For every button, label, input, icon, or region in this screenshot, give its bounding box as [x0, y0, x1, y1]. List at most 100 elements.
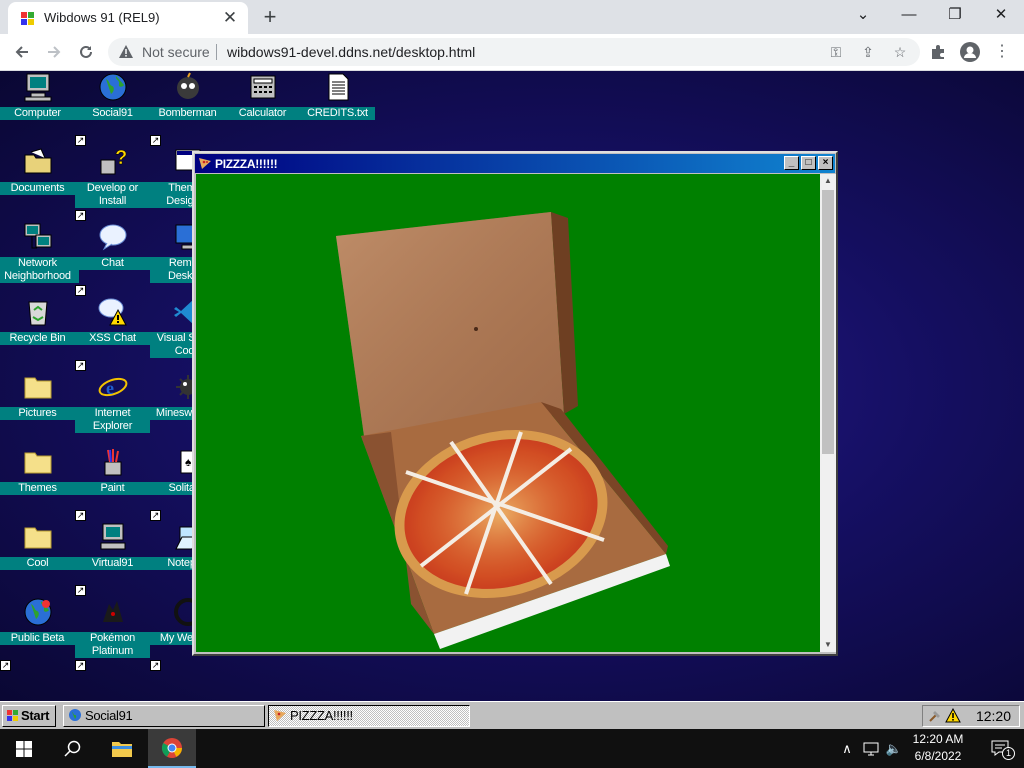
shortcut-arrow-icon: ↗	[75, 510, 86, 521]
desktop-icon-pictures[interactable]: Pictures	[0, 371, 75, 446]
network-monitor-icon	[863, 742, 879, 756]
action-center-button[interactable]: 1	[976, 729, 1024, 768]
window-content	[196, 174, 820, 652]
back-button[interactable]	[8, 38, 36, 66]
icon-label: Virtual91	[75, 557, 150, 570]
window-titlebar[interactable]: PIZZZA!!!!!! _ □ ×	[195, 154, 835, 173]
windows-clock[interactable]: 12:20 AM 6/8/2022	[904, 731, 972, 765]
desktop-icon-paint[interactable]: ↗ Paint	[75, 446, 150, 521]
wibdows-logo-icon	[21, 12, 34, 25]
desktop-icon-themes[interactable]: Themes	[0, 446, 75, 521]
chat-warning-icon	[98, 298, 127, 326]
scroll-down-arrow-icon[interactable]: ▼	[820, 638, 836, 652]
task-label: PIZZZA!!!!!!	[290, 708, 353, 723]
icon-label: Pokémon Platinum	[75, 632, 150, 658]
icon-label: Public Beta	[0, 632, 75, 645]
key-icon[interactable]: ⚿	[826, 42, 846, 62]
calculator-icon	[250, 75, 276, 99]
desktop-icon-cool[interactable]: Cool	[0, 521, 75, 596]
address-bar[interactable]: Not secure wibdows91-devel.ddns.net/desk…	[108, 38, 920, 66]
globe-icon	[24, 598, 52, 626]
file-explorer-icon	[112, 742, 132, 757]
icon-label: Calculator	[225, 107, 300, 120]
desktop-icon-documents[interactable]: Documents	[0, 146, 75, 221]
desktop-icon-network[interactable]: Network Neighborhood	[0, 221, 79, 296]
close-button[interactable]: ✕	[978, 0, 1024, 30]
icon-label: Internet Explorer	[75, 407, 150, 433]
warning-icon	[119, 45, 133, 58]
desktop-icon-internet-explorer[interactable]: e Internet Explorer	[75, 371, 150, 446]
tab-close-button[interactable]: ✕	[220, 8, 240, 28]
windows-search-button[interactable]	[48, 729, 96, 768]
folder-open-icon	[24, 148, 52, 174]
reload-button[interactable]	[72, 38, 100, 66]
text-file-icon	[328, 73, 349, 101]
desktop-icon-recycle-bin[interactable]: Recycle Bin	[0, 296, 75, 371]
start-button[interactable]: Start	[2, 705, 56, 727]
extensions-icon[interactable]	[926, 40, 950, 64]
pizzza-window[interactable]: PIZZZA!!!!!! _ □ × ▲ ▼	[192, 151, 838, 656]
back-arrow-icon	[15, 46, 28, 58]
scroll-up-arrow-icon[interactable]: ▲	[820, 174, 836, 188]
window-title: PIZZZA!!!!!!	[215, 157, 278, 171]
icon-label: Computer	[0, 107, 75, 120]
svg-text:♠: ♠	[185, 455, 192, 469]
recycle-bin-icon	[28, 301, 48, 326]
desktop-icon-social91[interactable]: ↗ Social91	[75, 71, 150, 146]
desktop-icon-chat[interactable]: ↗ Chat	[75, 221, 150, 296]
wibdows-clock: 12:20	[975, 708, 1011, 724]
warning-icon[interactable]	[945, 708, 961, 723]
desktop-icon-bomberman[interactable]: ↗ Bomberman	[150, 71, 225, 146]
window-close-button[interactable]: ×	[818, 156, 833, 170]
wibdows-desktop: Computer ↗ Social91 ↗ Bomberman Calculat…	[0, 71, 1024, 701]
icon-label: Pictures	[0, 407, 75, 420]
network-tray-icon[interactable]	[860, 729, 882, 768]
desktop-icon-develop[interactable]: ? ↗ Develop or Install	[75, 146, 150, 221]
chrome-icon	[161, 738, 182, 758]
desktop-icon-public-beta[interactable]: ↗ Public Beta	[0, 596, 75, 671]
browser-toolbar: Not secure wibdows91-devel.ddns.net/desk…	[0, 34, 1024, 71]
tab-search-button[interactable]: ⌄	[840, 0, 886, 30]
security-label[interactable]: Not secure	[142, 44, 210, 60]
shortcut-arrow-icon: ↗	[75, 135, 86, 146]
share-icon[interactable]: ⇪	[858, 42, 878, 62]
desktop-icon-pokemon[interactable]: ↗ Pokémon Platinum	[75, 596, 150, 671]
bookmark-star-icon[interactable]: ☆	[890, 42, 910, 62]
hammer-icon[interactable]	[928, 709, 942, 723]
folder-icon	[24, 452, 52, 474]
browser-tab[interactable]: Wibdows 91 (REL9) ✕	[8, 2, 248, 34]
desktop-icon-calculator[interactable]: Calculator	[225, 71, 300, 146]
internet-explorer-icon: e	[98, 377, 128, 398]
taskbar-task-social91[interactable]: Social91	[63, 705, 265, 727]
paint-icon	[104, 449, 122, 476]
computer-icon	[24, 73, 52, 102]
taskbar-task-pizzza[interactable]: PIZZZA!!!!!!	[268, 705, 470, 727]
forward-button[interactable]	[40, 38, 68, 66]
show-hidden-icons-chevron-icon[interactable]: ∧	[838, 729, 856, 768]
file-explorer-button[interactable]	[98, 729, 146, 768]
profile-avatar[interactable]	[958, 40, 982, 64]
new-tab-button[interactable]: +	[256, 4, 284, 30]
volume-icon[interactable]: 🔈	[884, 729, 904, 768]
url-text[interactable]: wibdows91-devel.ddns.net/desktop.html	[227, 44, 475, 60]
icon-label: Recycle Bin	[0, 332, 75, 345]
desktop-icon-virtual91[interactable]: ↗ Virtual91	[75, 521, 150, 596]
menu-kebab-icon[interactable]: ⋮	[990, 40, 1014, 64]
clock-time: 12:20 AM	[912, 732, 964, 746]
desktop-icon-computer[interactable]: Computer	[0, 71, 75, 146]
window-vertical-scrollbar[interactable]: ▲ ▼	[820, 174, 836, 652]
restore-button[interactable]: ❐	[932, 0, 978, 30]
icon-label: Cool	[0, 557, 75, 570]
virtual-computer-icon	[100, 523, 126, 550]
minimize-button[interactable]: —	[886, 0, 932, 30]
desktop-icon-xss-chat[interactable]: ↗ XSS Chat	[75, 296, 150, 371]
window-minimize-button[interactable]: _	[784, 156, 799, 170]
windows-start-button[interactable]	[0, 729, 48, 768]
pokemon-icon	[103, 601, 123, 622]
desktop-icon-credits[interactable]: CREDITS.txt	[300, 71, 375, 146]
scrollbar-thumb[interactable]	[822, 190, 834, 454]
chrome-taskbar-button[interactable]	[148, 729, 196, 768]
search-icon	[64, 740, 81, 757]
window-maximize-button[interactable]: □	[801, 156, 816, 170]
icon-label: Chat	[75, 257, 150, 270]
